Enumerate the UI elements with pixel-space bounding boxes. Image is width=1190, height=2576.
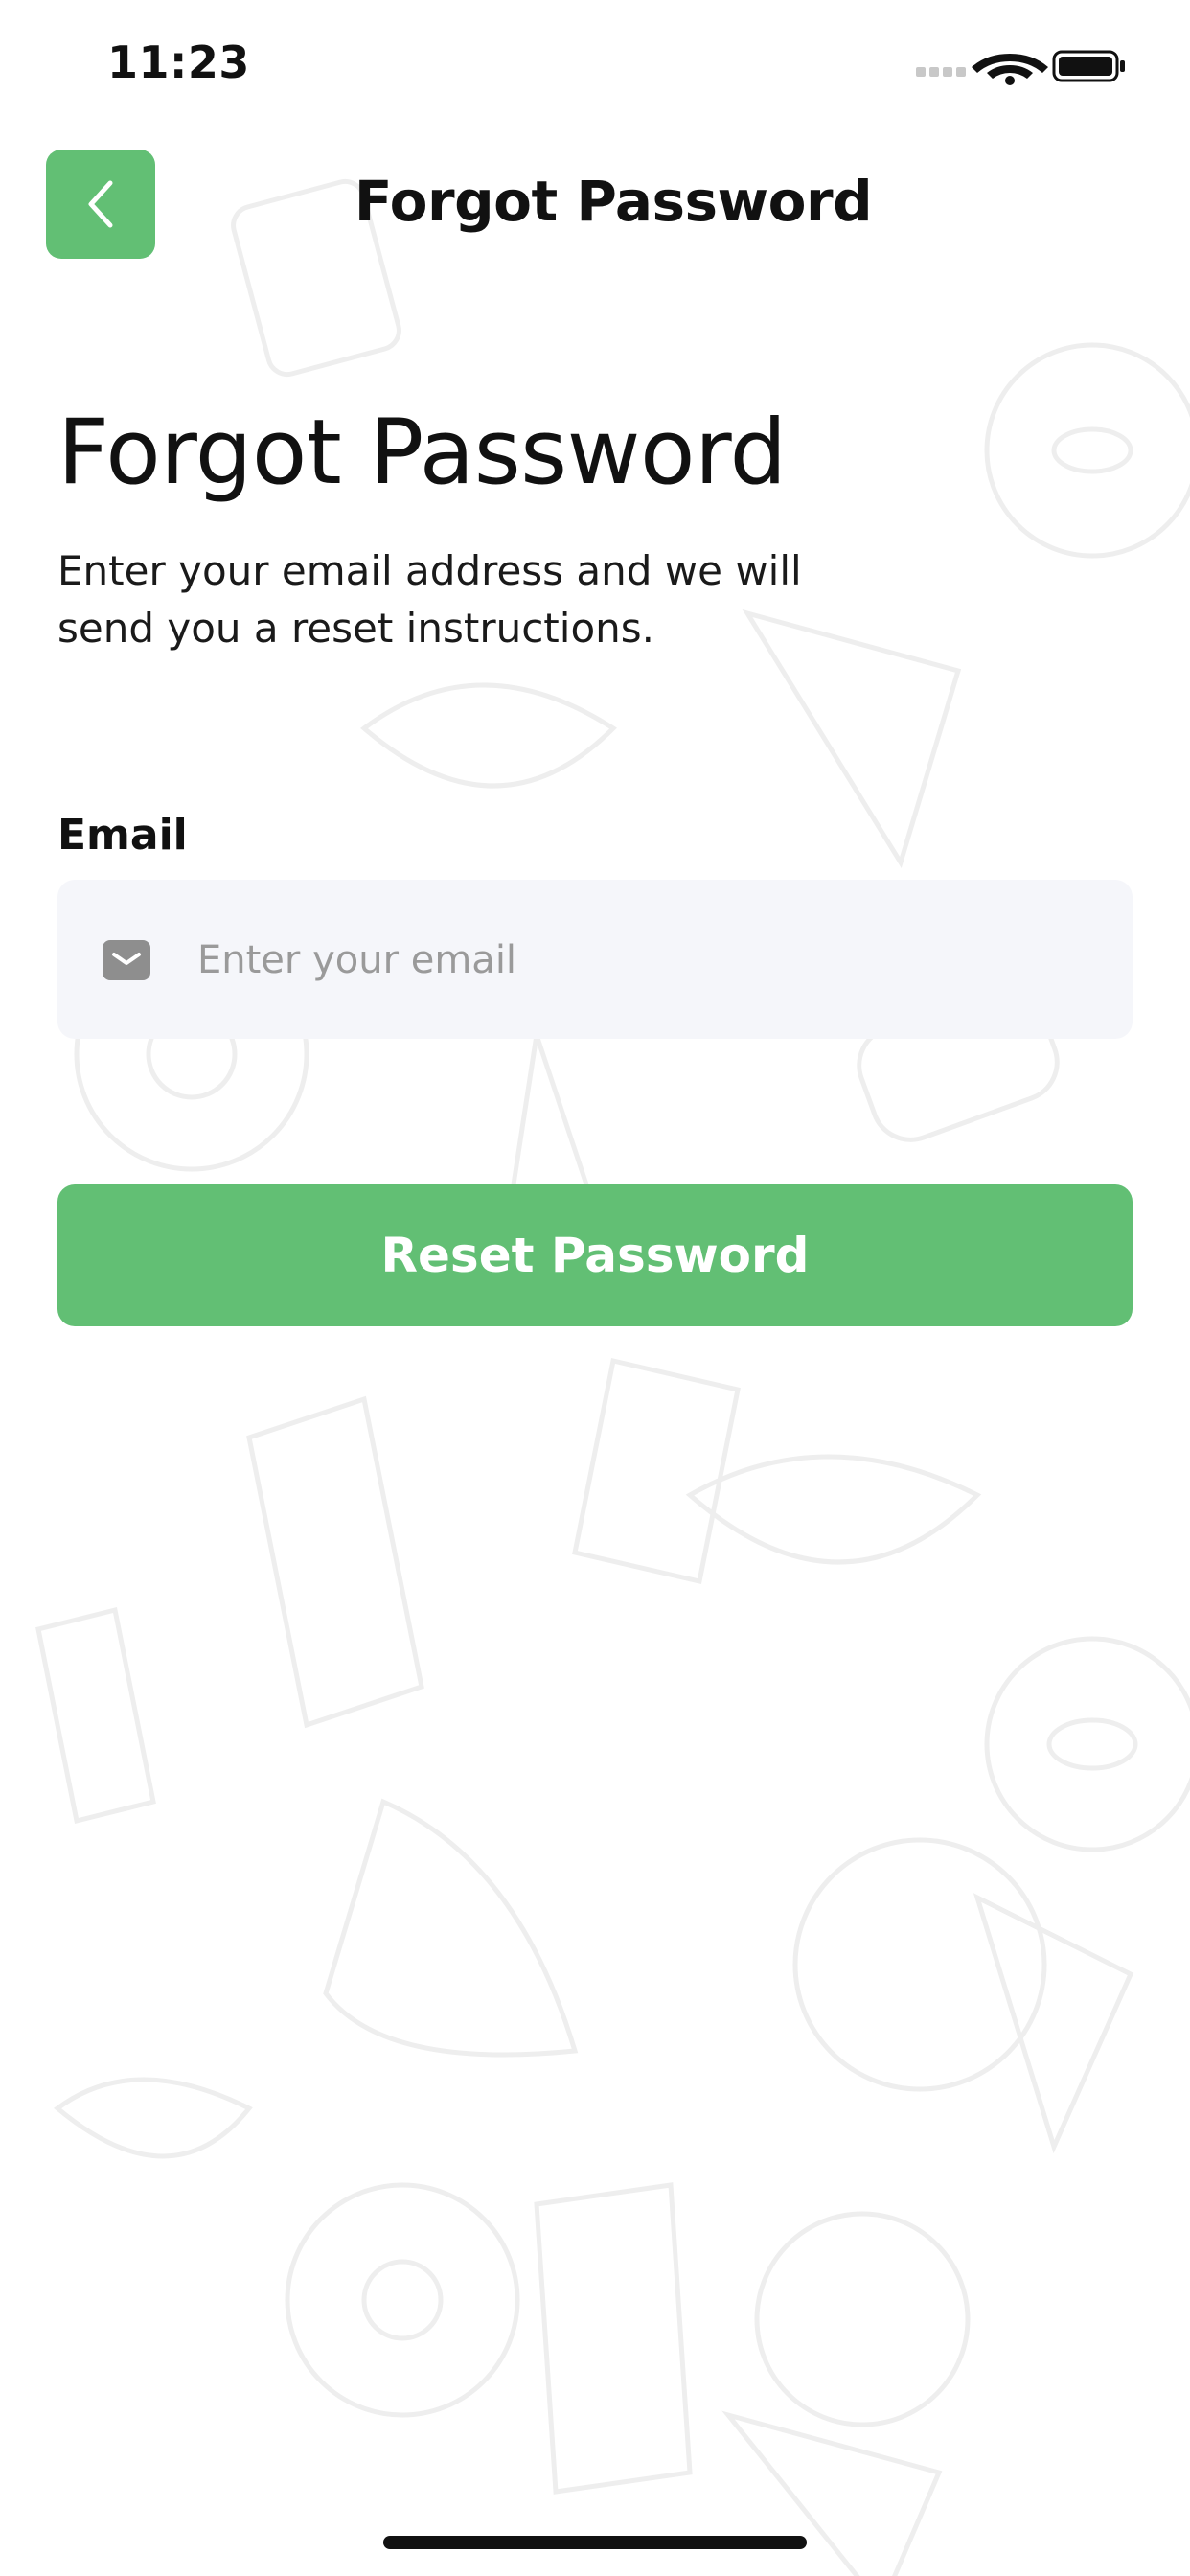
reset-password-button[interactable]: Reset Password (57, 1184, 1133, 1326)
screen-subtitle: Enter your email address and we will sen… (57, 542, 920, 657)
status-time: 11:23 (107, 36, 250, 88)
email-field[interactable] (57, 880, 1133, 1041)
cellular-signal-icon (916, 67, 966, 77)
screen-heading: Forgot Password (57, 401, 787, 505)
email-label: Email (57, 811, 188, 860)
status-icons (916, 50, 1125, 85)
wifi-icon (972, 54, 1048, 85)
subtitle-line-1: Enter your email address and we will (57, 547, 802, 594)
subtitle-line-2: send you a reset instructions. (57, 605, 654, 652)
page-title: Forgot Password (354, 169, 873, 234)
battery-icon (1052, 50, 1125, 82)
email-input[interactable] (195, 880, 1100, 1041)
back-button[interactable] (46, 150, 155, 259)
chevron-left-icon (88, 180, 113, 228)
home-indicator (383, 2536, 807, 2549)
mail-icon (103, 940, 150, 980)
